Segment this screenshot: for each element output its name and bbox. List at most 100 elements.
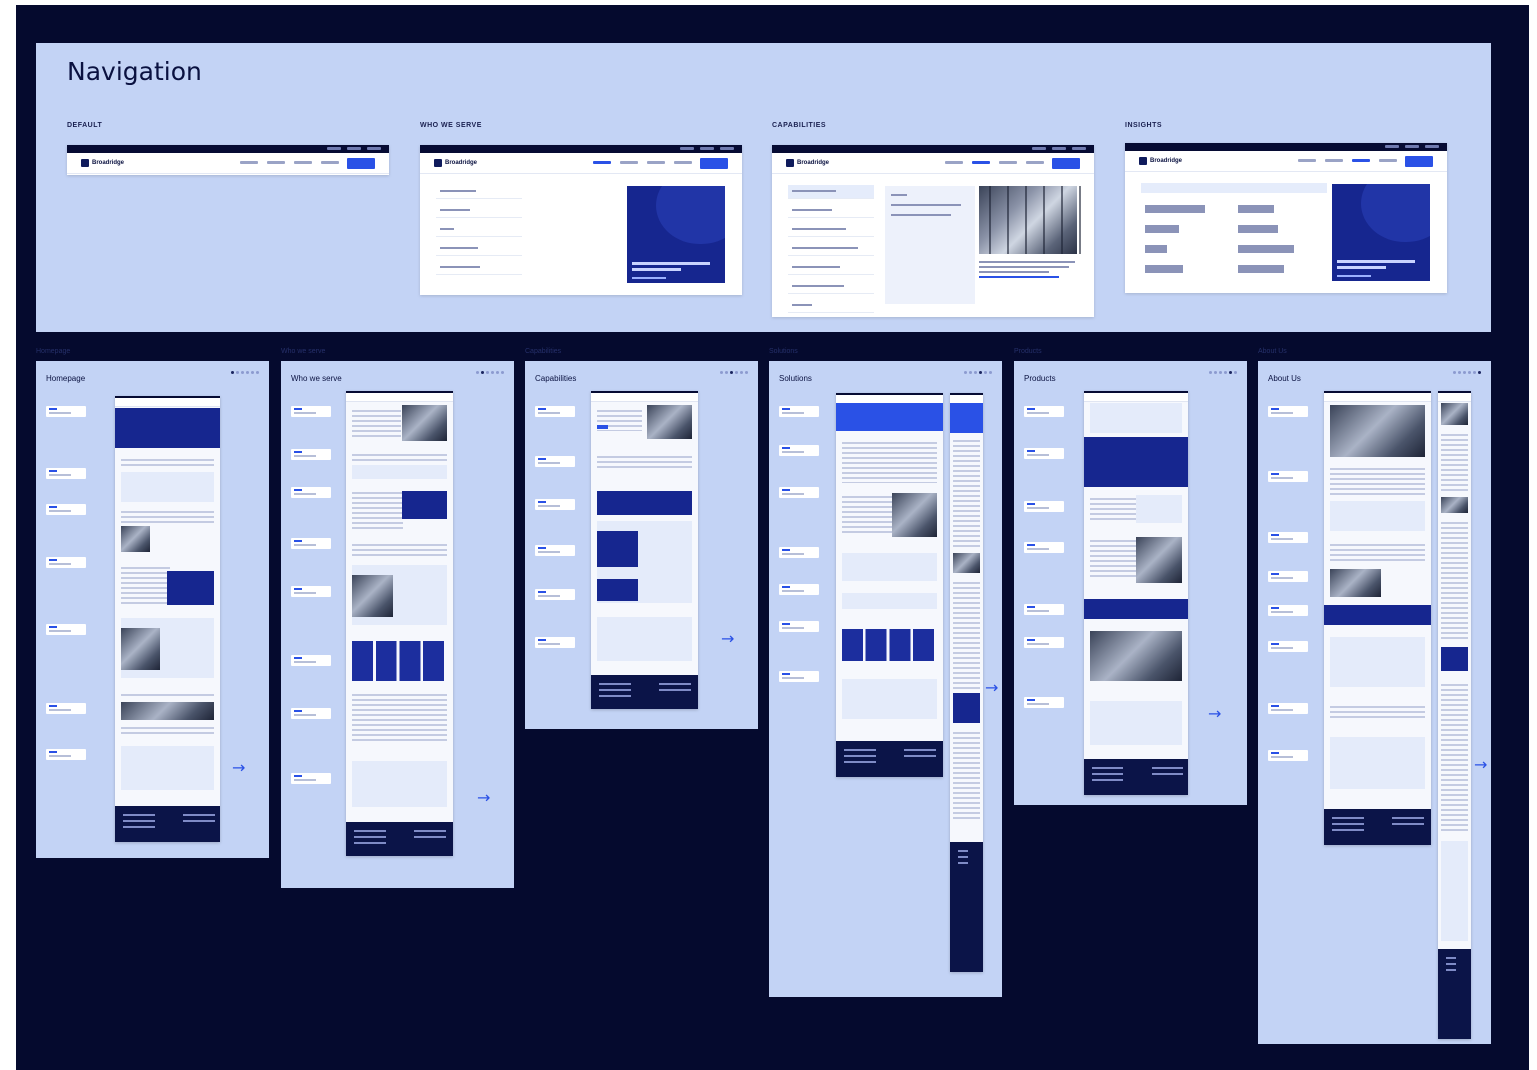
insights-link-grid[interactable] <box>1145 205 1321 273</box>
panel-capabilities[interactable]: Capabilities → <box>525 361 758 729</box>
dropdown-item[interactable] <box>788 299 874 313</box>
dropdown-item[interactable] <box>436 261 522 275</box>
dropdown-menu-list[interactable] <box>788 185 874 313</box>
section-label-who-we-serve: Who we serve <box>281 348 326 355</box>
arrow-right-icon[interactable]: → <box>1208 704 1221 723</box>
panel-products[interactable]: Products → <box>1014 361 1247 805</box>
main-menu[interactable] <box>945 161 1044 164</box>
page-frame-homepage[interactable] <box>115 396 220 842</box>
annotation <box>291 406 331 417</box>
page-frame-products[interactable] <box>1084 391 1188 795</box>
dropdown-item[interactable] <box>788 242 874 256</box>
dropdown-item[interactable] <box>788 280 874 294</box>
annotation <box>46 703 86 714</box>
office-photo <box>979 186 1077 254</box>
annotation <box>46 406 86 417</box>
dropdown-item[interactable] <box>788 185 874 199</box>
logo[interactable]: Broadridge <box>81 159 124 167</box>
dropdown-item[interactable] <box>436 204 522 218</box>
main-menu[interactable] <box>593 161 692 164</box>
annotation <box>291 708 331 719</box>
pagination-dots[interactable] <box>231 371 259 374</box>
page-frame-about-us-mobile[interactable] <box>1438 391 1471 1039</box>
cta-button[interactable] <box>1052 158 1080 169</box>
all-insights-row[interactable] <box>1141 183 1327 193</box>
annotation <box>1024 542 1064 553</box>
pagination-dots[interactable] <box>964 371 992 374</box>
annotation <box>1024 406 1064 417</box>
broadridge-logo-icon <box>434 159 442 167</box>
section-label-products: Products <box>1014 348 1042 355</box>
annotation <box>1268 605 1308 616</box>
main-header: Broadridge <box>67 153 389 174</box>
annotation <box>1024 637 1064 648</box>
annotation <box>779 487 819 498</box>
panel-title: Products <box>1024 374 1056 383</box>
annotation <box>535 456 575 467</box>
annotation <box>291 487 331 498</box>
nav-mock-default[interactable]: Broadridge <box>67 145 389 175</box>
annotation <box>535 406 575 417</box>
dropdown-item[interactable] <box>788 223 874 237</box>
arrow-right-icon[interactable]: → <box>232 758 245 777</box>
main-menu[interactable] <box>240 161 339 164</box>
dropdown-item[interactable] <box>436 242 522 256</box>
featured-promo-card[interactable] <box>1332 184 1430 281</box>
dropdown-item[interactable] <box>788 204 874 218</box>
logo[interactable]: Broadridge <box>786 159 829 167</box>
page-frame-about-us-desktop[interactable] <box>1324 391 1431 845</box>
logo[interactable]: Broadridge <box>434 159 477 167</box>
annotation <box>1024 448 1064 459</box>
panel-solutions[interactable]: Solutions → <box>769 361 1002 997</box>
page-frame-who-we-serve[interactable] <box>346 391 453 856</box>
annotation <box>1268 532 1308 543</box>
panel-title: Capabilities <box>535 374 577 383</box>
cta-button[interactable] <box>347 158 375 169</box>
arrow-right-icon[interactable]: → <box>721 629 734 648</box>
utility-bar <box>772 145 1094 153</box>
nav-mock-who-we-serve[interactable]: Broadridge <box>420 145 742 295</box>
pagination-dots[interactable] <box>1209 371 1237 374</box>
dropdown-item[interactable] <box>436 185 522 199</box>
page-frame-solutions-mobile[interactable] <box>950 393 983 972</box>
panel-title: About Us <box>1268 374 1301 383</box>
annotation <box>1024 697 1064 708</box>
dropdown-item[interactable] <box>436 223 522 237</box>
cta-button[interactable] <box>1405 156 1433 167</box>
annotation <box>1268 406 1308 417</box>
variant-label-default: DEFAULT <box>67 122 103 129</box>
main-menu[interactable] <box>1298 159 1397 162</box>
main-header: Broadridge <box>420 153 742 174</box>
annotation <box>291 449 331 460</box>
arrow-right-icon[interactable]: → <box>1474 755 1487 774</box>
logo[interactable]: Broadridge <box>1139 157 1182 165</box>
arrow-right-icon[interactable]: → <box>477 788 490 807</box>
pagination-dots[interactable] <box>1453 371 1481 374</box>
nav-mock-capabilities[interactable]: Broadridge <box>772 145 1094 317</box>
panel-homepage[interactable]: Homepage → <box>36 361 269 858</box>
cta-button[interactable] <box>700 158 728 169</box>
annotation <box>46 504 86 515</box>
logo-text: Broadridge <box>445 160 478 166</box>
pagination-dots[interactable] <box>476 371 504 374</box>
featured-promo-card[interactable] <box>627 186 725 283</box>
section-label-capabilities: Capabilities <box>525 348 562 355</box>
variant-label-who-we-serve: WHO WE SERVE <box>420 122 482 129</box>
annotation <box>291 773 331 784</box>
annotation <box>779 445 819 456</box>
annotation <box>291 655 331 666</box>
dropdown-menu-list[interactable] <box>436 185 522 275</box>
utility-bar <box>420 145 742 153</box>
page-frame-solutions-desktop[interactable] <box>836 393 943 777</box>
panel-title: Who we serve <box>291 374 342 383</box>
arrow-right-icon[interactable]: → <box>985 678 998 697</box>
dropdown-item[interactable] <box>788 261 874 275</box>
panel-who-we-serve[interactable]: Who we serve → <box>281 361 514 888</box>
main-header: Broadridge <box>1125 151 1447 172</box>
submenu-column[interactable] <box>885 186 975 304</box>
nav-mock-insights[interactable]: Broadridge <box>1125 143 1447 293</box>
pagination-dots[interactable] <box>720 371 748 374</box>
panel-about-us[interactable]: About Us → <box>1258 361 1491 1044</box>
annotation <box>1268 571 1308 582</box>
page-frame-capabilities[interactable] <box>591 391 698 709</box>
